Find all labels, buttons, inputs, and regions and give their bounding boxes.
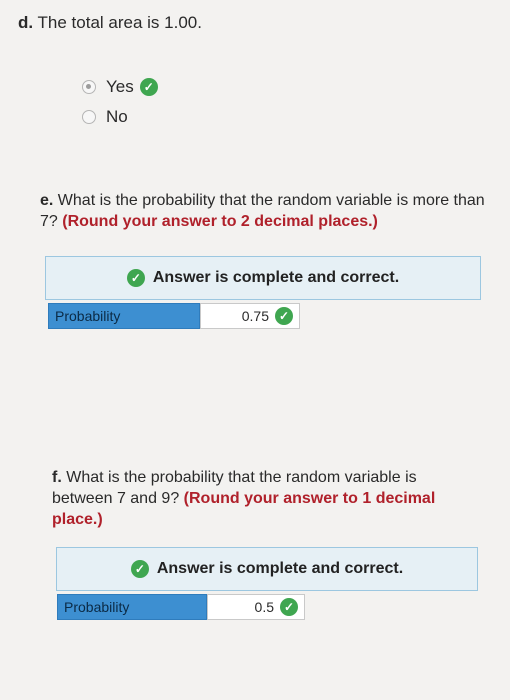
- answer-field-e[interactable]: 0.75 ✓: [200, 303, 300, 329]
- option-yes[interactable]: Yes ✓: [82, 77, 158, 97]
- radio-yes[interactable]: [82, 80, 96, 94]
- question-f-letter: f.: [52, 469, 62, 486]
- question-f-text: f. What is the probability that the rand…: [52, 467, 462, 530]
- check-icon: ✓: [280, 598, 298, 616]
- check-icon: ✓: [130, 560, 149, 578]
- option-no-label: No: [106, 107, 128, 126]
- check-icon: ✓: [126, 269, 145, 287]
- answer-label-e: Probability: [48, 303, 200, 329]
- option-no[interactable]: No: [82, 107, 128, 127]
- radio-no[interactable]: [82, 110, 96, 124]
- answer-status-banner-e: ✓ Answer is complete and correct.: [45, 256, 481, 300]
- answer-value-e: 0.75: [241, 308, 269, 324]
- answer-field-f[interactable]: 0.5 ✓: [207, 594, 305, 620]
- answer-status-banner-f: ✓ Answer is complete and correct.: [56, 547, 478, 591]
- option-yes-label: Yes: [106, 77, 134, 96]
- answer-row-e: Probability 0.75 ✓: [48, 303, 300, 329]
- answer-label-f: Probability: [57, 594, 207, 620]
- check-icon: ✓: [139, 78, 158, 96]
- answer-row-f: Probability 0.5 ✓: [57, 594, 305, 620]
- question-e-instruction: (Round your answer to 2 decimal places.): [62, 213, 378, 230]
- banner-e-text: Answer is complete and correct.: [152, 269, 400, 286]
- question-d-letter: d.: [18, 13, 34, 32]
- question-d-body: The total area is 1.00.: [37, 13, 202, 32]
- check-icon: ✓: [275, 307, 293, 325]
- question-d-text: d. The total area is 1.00.: [18, 12, 202, 33]
- banner-f-text: Answer is complete and correct.: [156, 560, 404, 577]
- answer-value-f: 0.5: [254, 599, 274, 615]
- question-e-letter: e.: [40, 192, 54, 209]
- question-e-text: e. What is the probability that the rand…: [40, 190, 500, 232]
